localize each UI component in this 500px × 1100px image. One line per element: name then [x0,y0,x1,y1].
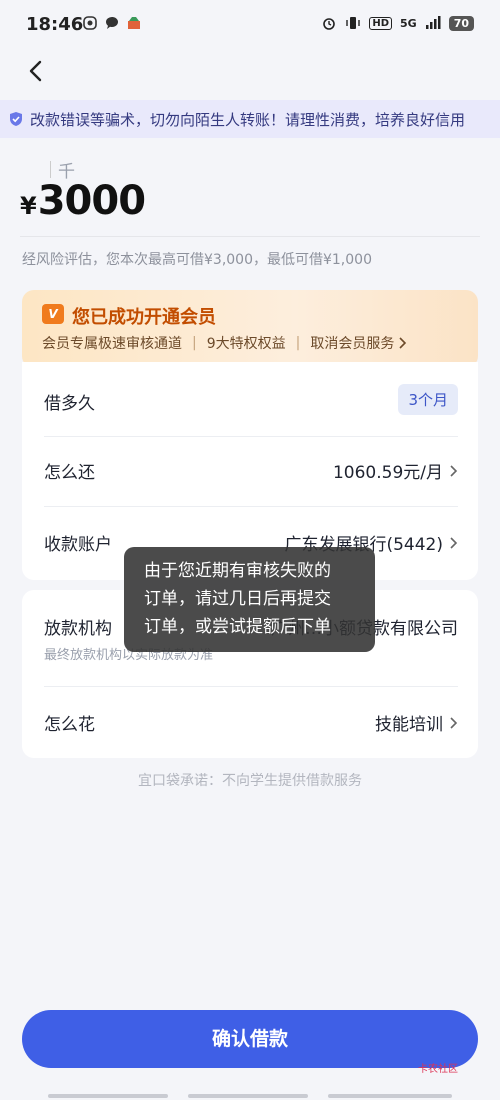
divider: | [295,335,301,351]
back-arrow-icon[interactable] [22,56,52,86]
lender-label: 放款机构 [44,619,112,639]
battery-indicator: 70 [448,15,474,31]
vip-banner[interactable]: V 您已成功开通会员 会员专属极速审核通道 | 9大特权权益 | 取消会员服务 [22,290,478,368]
vibrate-icon [346,17,361,29]
repay-label: 怎么还 [44,463,95,483]
chat-icon [105,16,118,29]
fraud-notice-banner: 改款错误等骗术，切勿向陌生人转账！请理性消费，培养良好信用 [0,100,500,138]
row-divider [44,436,458,437]
status-right: HD 5G 70 [321,15,474,31]
vip-benefit-privileges: 9大特权权益 [206,336,286,352]
term-value-pill[interactable]: 3个月 [398,384,458,415]
loan-amount-value: 3000 [37,178,146,224]
chevron-right-icon [450,536,458,549]
term-row[interactable]: 借多久 3个月 [44,384,458,418]
student-promise-text: 宜口袋承诺：不向学生提供借款服务 [138,773,362,789]
divider: | [192,335,197,351]
vip-benefits: 会员专属极速审核通道 | 9大特权权益 | 取消会员服务 [42,333,407,353]
row-divider [44,686,458,687]
home-indicator [48,1094,452,1098]
shield-check-icon [10,112,22,126]
risk-assessment-text: 经风险评估，您本次最高可借¥3,000，最低可借¥1,000 [22,252,372,268]
app-notification-icon [83,16,97,30]
toast-text: 由于您近期有审核失败的 订单，请过几日后再提交 订单，或尝试提额后下单 [144,561,331,637]
currency-symbol: ¥ [20,192,37,220]
notice-text: 改款错误等骗术，切勿向陌生人转账！请理性消费，培养良好信用 [30,111,466,129]
chevron-right-icon [399,337,407,349]
confirm-loan-button[interactable]: 确认借款 [22,1010,478,1068]
amount-divider [20,236,480,237]
vip-benefit-fast-review: 会员专属极速审核通道 [42,336,182,352]
account-label: 收款账户 [44,535,112,555]
vip-badge-icon: V [42,304,64,324]
vip-title: 您已成功开通会员 [72,307,216,328]
status-bar: 18:46 HD 5G 70 [0,0,500,50]
chevron-right-icon [450,464,458,477]
shop-icon [128,17,140,29]
repay-value: 1060.59元/月 [332,463,443,483]
home-indicator-segment [328,1094,452,1098]
status-left-icons [82,15,142,31]
watermark-logo: 卡农社区 [418,1064,458,1075]
usage-value: 技能培训 [375,715,443,735]
chevron-right-icon [450,716,458,729]
amount-cursor [50,161,51,178]
toast-message: 由于您近期有审核失败的 订单，请过几日后再提交 订单，或尝试提额后下单 [124,547,375,652]
network-indicator: 5G [400,16,417,30]
alarm-icon [323,18,336,30]
term-label: 借多久 [44,394,95,414]
cancel-vip-link[interactable]: 取消会员服务 [310,333,407,353]
status-time: 18:46 [26,14,84,35]
loan-amount[interactable]: ¥3000 [20,178,146,224]
repay-row[interactable]: 怎么还 1060.59元/月 [44,458,458,483]
home-indicator-segment [188,1094,308,1098]
hd-indicator: HD [369,16,392,30]
usage-row[interactable]: 怎么花 技能培训 [44,710,458,735]
usage-label: 怎么花 [44,715,95,735]
signal-icon [425,16,441,29]
row-divider [44,506,458,507]
home-indicator-segment [48,1094,168,1098]
cancel-vip-label: 取消会员服务 [310,336,395,352]
